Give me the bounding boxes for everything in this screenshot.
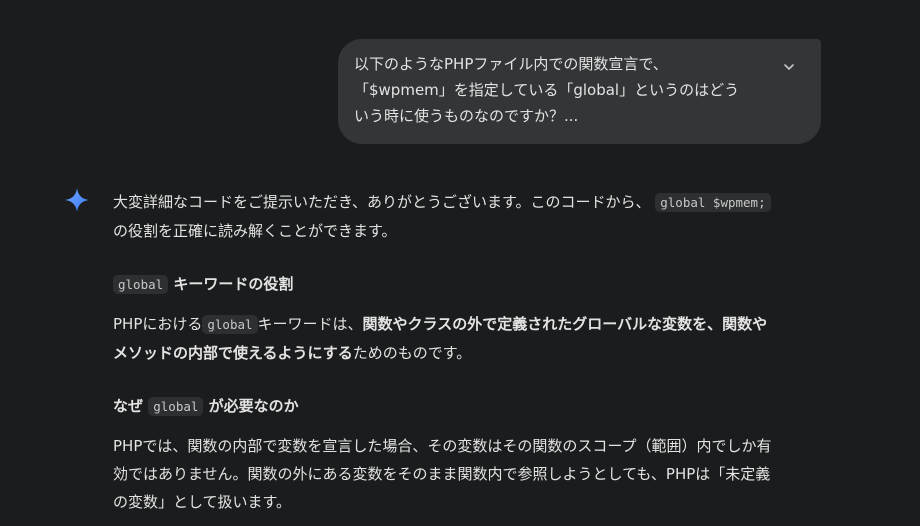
bold-text: 関数やクラスの外で定義されたグローバルな変数を、関数や xyxy=(362,315,768,333)
user-message-line: 以下のようなPHPファイル内での関数宣言で、 xyxy=(354,55,668,73)
chat-page: 以下のようなPHPファイル内での関数宣言で、 「$wpmem」を指定している「g… xyxy=(0,0,920,526)
expand-message-button[interactable] xyxy=(779,57,799,77)
heading-text: キーワードの役割 xyxy=(173,275,294,293)
bold-text: メソッドの内部で使えるようにする xyxy=(113,344,353,362)
user-message-line: いう時に使うものなのですか？... xyxy=(354,107,579,125)
user-message-bubble: 以下のようなPHPファイル内での関数宣言で、 「$wpmem」を指定している「g… xyxy=(338,39,821,144)
paragraph-line: 効ではありません。関数の外にある変数をそのまま関数内で参照しようとしても、PHP… xyxy=(113,465,771,483)
section-heading-why-global: なぜ global が必要なのか xyxy=(113,392,823,421)
heading-text: が必要なのか xyxy=(208,397,299,415)
intro-text-line2: の役割を正確に読み解くことができます。 xyxy=(113,222,397,240)
inline-code: global xyxy=(113,275,169,294)
heading-text: なぜ xyxy=(113,397,144,415)
paragraph-line: PHPでは、関数の内部で変数を宣言した場合、その変数はその関数のスコープ（範囲）… xyxy=(113,437,772,455)
user-message-line: 「$wpmem」を指定している「global」というのはどう xyxy=(354,81,740,99)
intro-text: 大変詳細なコードをご提示いただき、ありがとうございます。このコードから、 xyxy=(113,193,651,211)
global-role-paragraph: PHPにおける global キーワードは、関数やクラスの外で定義されたグローバルな… xyxy=(113,310,823,367)
paragraph-text: PHPにおける xyxy=(113,315,203,333)
paragraph-line: の変数」として扱います。 xyxy=(113,493,292,511)
assistant-response: 大変詳細なコードをご提示いただき、ありがとうございます。このコードから、 glo… xyxy=(113,188,823,516)
chevron-down-icon xyxy=(784,64,794,70)
intro-paragraph: 大変詳細なコードをご提示いただき、ありがとうございます。このコードから、 glo… xyxy=(113,188,823,245)
paragraph-text: ためのものです。 xyxy=(352,344,472,362)
inline-code: global $wpmem; xyxy=(655,193,771,212)
why-global-paragraph: PHPでは、関数の内部で変数を宣言した場合、その変数はその関数のスコープ（範囲）… xyxy=(113,432,823,516)
sparkle-icon xyxy=(65,188,89,212)
section-heading-global-role: global キーワードの役割 xyxy=(113,270,823,299)
inline-code: global xyxy=(148,397,204,416)
paragraph-text: キーワードは、 xyxy=(257,315,363,333)
inline-code: global xyxy=(202,315,258,334)
